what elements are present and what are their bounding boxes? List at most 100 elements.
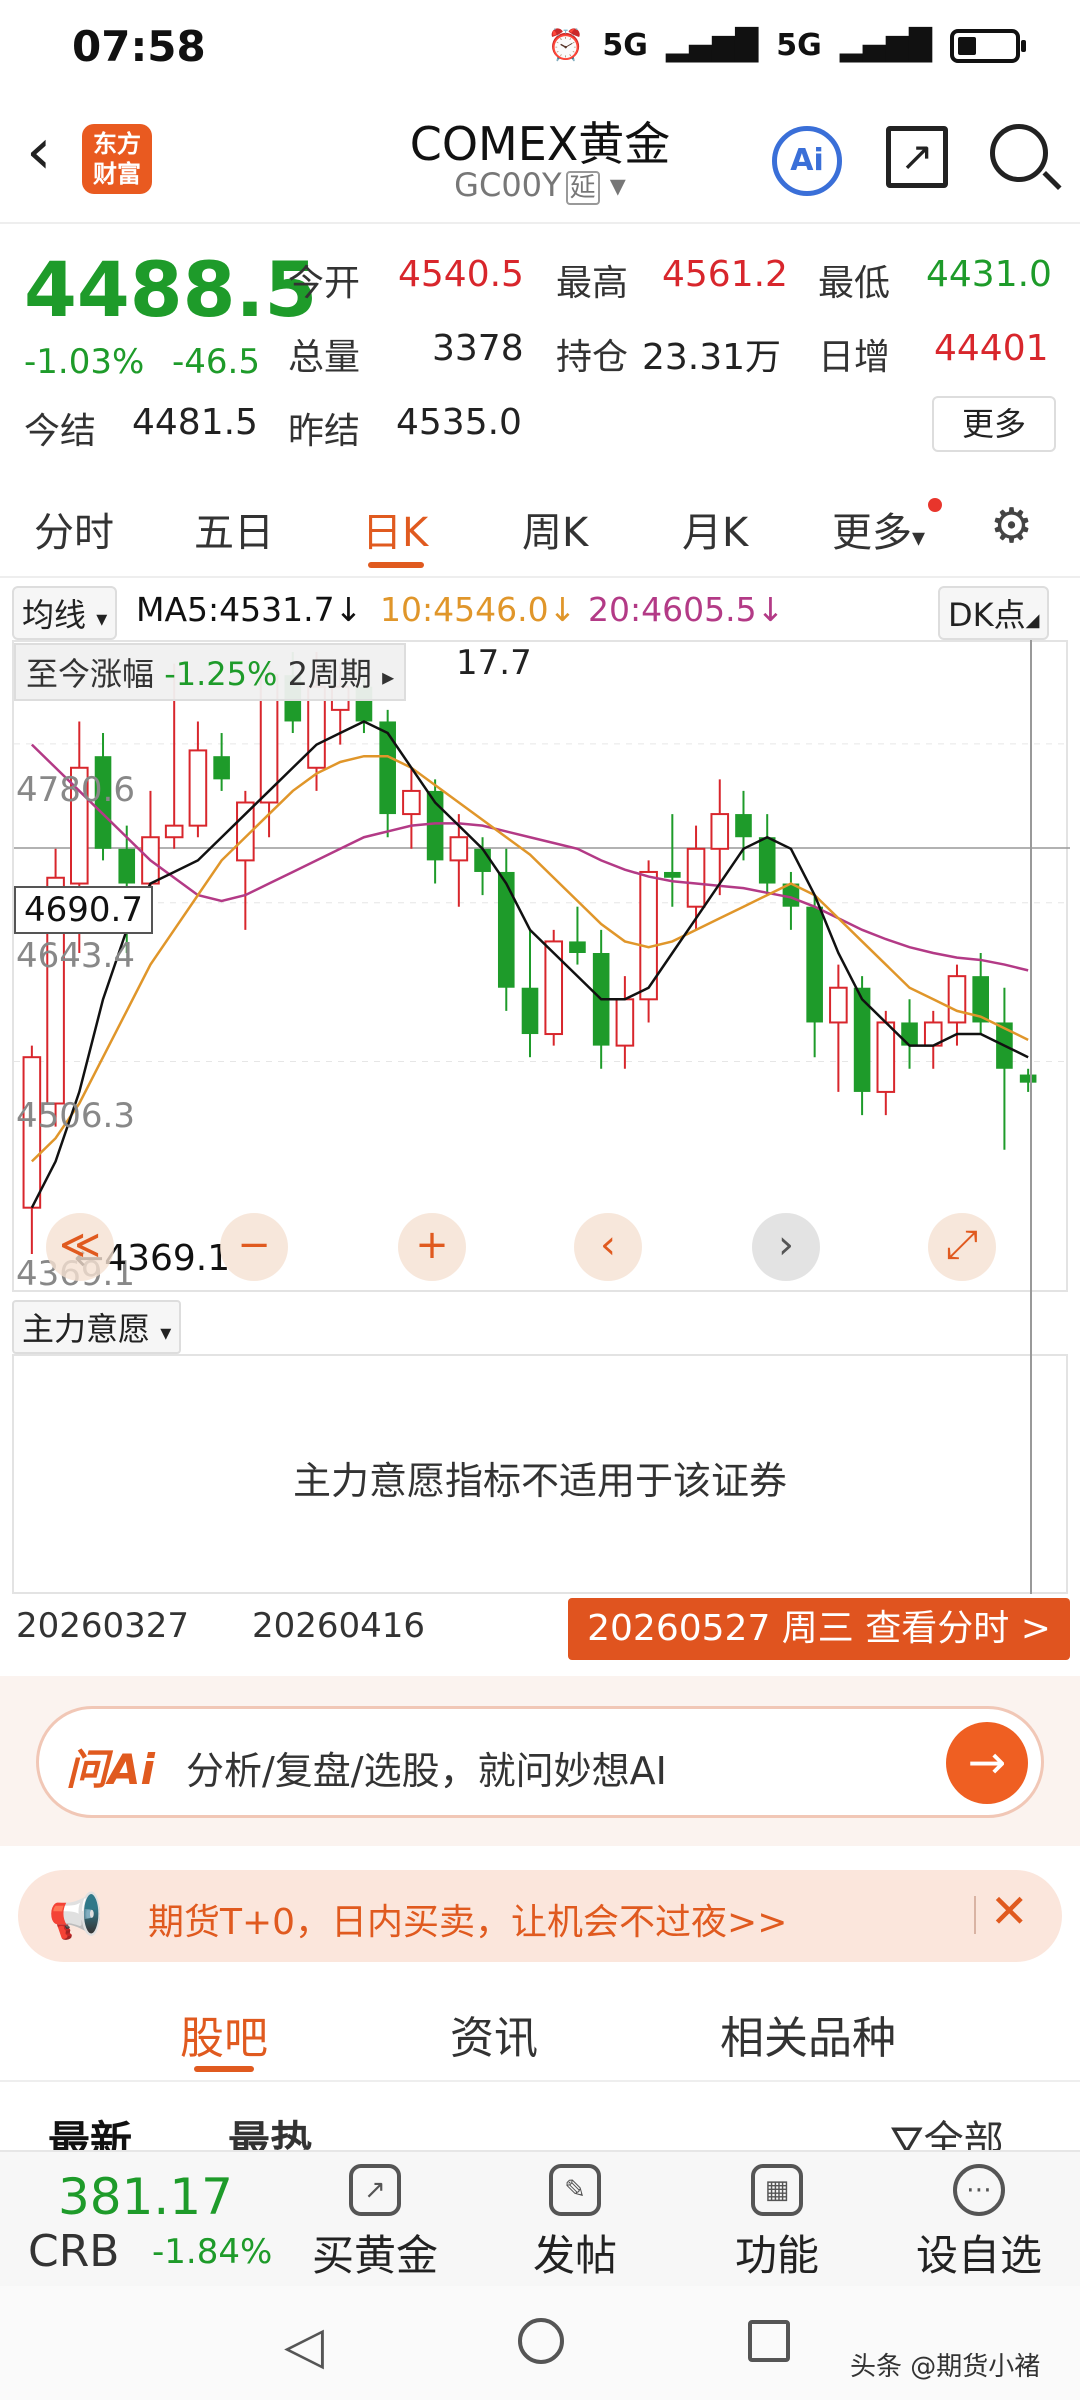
crb-value[interactable]: 381.17	[58, 2168, 233, 2226]
tab-five-day[interactable]: 五日	[194, 500, 274, 558]
fullscreen-button[interactable]: ⤢	[928, 1213, 996, 1281]
sub-indicator-label: 主力意愿	[22, 1310, 151, 1348]
dk-point-button[interactable]: DK点◢	[938, 586, 1050, 640]
candle-up	[402, 789, 421, 816]
tab-related[interactable]: 相关品种	[720, 2002, 896, 2066]
more-dots-icon: ⋯	[953, 2164, 1005, 2216]
tab-more[interactable]: 更多▾	[832, 500, 925, 558]
dk-point-label: DK点	[948, 596, 1026, 634]
buy-gold-button[interactable]: ↗ 买黄金	[300, 2164, 450, 2283]
indicator-selector[interactable]: 均线 ▾	[12, 586, 118, 640]
notification-dot	[928, 498, 942, 512]
post-label: 发帖	[532, 2231, 617, 2280]
tab-underline	[368, 562, 424, 568]
arrow-right-icon[interactable]: →	[946, 1722, 1028, 1804]
nav-home-icon[interactable]	[518, 2318, 564, 2364]
volume-value: 3378	[432, 328, 524, 369]
crb-name[interactable]: CRB	[28, 2226, 119, 2277]
share-icon[interactable]: ↗	[886, 126, 948, 188]
candle-up	[615, 998, 635, 1047]
crosshair-price-label: 4690.7	[14, 886, 153, 934]
filter-all-label: 全部	[923, 2118, 1004, 2150]
candle-down	[735, 814, 752, 838]
candle-down	[213, 756, 230, 780]
alarm-icon: ⏰	[547, 28, 585, 63]
zoom-out-button[interactable]: −	[220, 1213, 288, 1281]
change-percent: -1.03%	[24, 342, 145, 382]
kline-chart[interactable]	[12, 640, 1070, 1292]
candle-down	[118, 848, 136, 884]
signal-bars-icon: ▂▄▆█	[839, 28, 932, 63]
functions-button[interactable]: ▦ 功能	[702, 2164, 852, 2283]
promo-text[interactable]: 期货T+0，日内买卖，让机会不过夜>>	[148, 1893, 787, 1945]
close-icon[interactable]: ✕	[990, 1884, 1029, 1938]
candle-down	[664, 871, 681, 878]
change-value: -46.5	[172, 342, 260, 382]
chart-up-icon: ↗	[349, 2164, 401, 2216]
settings-gear-icon[interactable]: ⚙	[990, 498, 1033, 554]
nav-back-icon[interactable]: ◁	[284, 2316, 324, 2376]
sub-indicator-selector[interactable]: 主力意愿 ▾	[12, 1300, 182, 1354]
more-quote-button[interactable]: 更多	[932, 396, 1056, 452]
chevron-down-icon: ▾	[599, 166, 626, 204]
add-watchlist-button[interactable]: ⋯ 设自选	[904, 2164, 1054, 2283]
candle-up	[710, 813, 730, 850]
content-tabs: 股吧 资讯 相关品种	[0, 1980, 1080, 2082]
high-label: 最高	[556, 263, 629, 304]
low-label: 最低	[818, 263, 891, 304]
ai-assistant-icon[interactable]: Ai	[772, 126, 842, 196]
sort-row: 最新 最热 ⛛全部	[0, 2100, 1080, 2150]
corner-triangle-icon: ◢	[1025, 610, 1040, 631]
ai-search-placeholder[interactable]: 分析/复盘/选股，就问妙想AI	[186, 1740, 667, 1795]
period-tabs: 分时 五日 日K 周K 月K 更多▾ ⚙	[0, 478, 1080, 578]
scroll-start-button[interactable]: ≪	[46, 1213, 114, 1281]
candle-down	[1019, 1074, 1037, 1083]
tab-intraday[interactable]: 分时	[34, 500, 114, 558]
candle-up	[876, 1021, 896, 1093]
open-interest-value: 23.31万	[642, 337, 782, 378]
sort-hot[interactable]: 最热	[228, 2108, 312, 2150]
filter-all[interactable]: ⛛全部	[890, 2108, 1004, 2150]
ma10-value: 10:4546.0↓	[380, 590, 577, 629]
chart-top-value: 17.7	[456, 643, 532, 683]
candle-up	[544, 940, 564, 1036]
tab-weekly-k[interactable]: 周K	[522, 500, 588, 558]
chevron-down-icon: ▾	[912, 523, 926, 553]
open-value: 4540.5	[398, 254, 524, 295]
prev-settle-label: 昨结	[288, 411, 361, 452]
settle-value: 4481.5	[132, 402, 258, 443]
low-value: 4431.0	[926, 254, 1052, 295]
zoom-in-button[interactable]: +	[398, 1213, 466, 1281]
tab-daily-k[interactable]: 日K	[362, 500, 428, 558]
candle-down	[379, 721, 396, 815]
ma5-value: MA5:4531.7↓	[136, 590, 363, 629]
high-value: 4561.2	[662, 254, 788, 295]
status-icons: ⏰ 5G ▂▄▆█ 5G ▂▄▆█	[547, 28, 1026, 63]
crosshair-vertical-line	[1030, 640, 1032, 1594]
tab-monthly-k[interactable]: 月K	[682, 500, 748, 558]
chevron-right-icon: ▸	[382, 663, 395, 691]
sort-latest[interactable]: 最新	[48, 2108, 132, 2150]
tab-stock-bar[interactable]: 股吧	[180, 2002, 268, 2066]
scroll-right-button[interactable]: ›	[752, 1213, 820, 1281]
price-label-3: 4506.3	[16, 1096, 135, 1136]
grid-icon: ▦	[751, 2164, 803, 2216]
scroll-left-button[interactable]: ‹	[574, 1213, 642, 1281]
view-intraday-tip[interactable]: 20260527 周三 查看分时 >	[568, 1598, 1070, 1660]
ma-bar: 均线 ▾ MA5:4531.7↓ 10:4546.0↓ 20:4605.5↓ D…	[0, 580, 1080, 640]
search-icon[interactable]	[990, 124, 1048, 182]
nav-recent-icon[interactable]	[748, 2320, 790, 2362]
open-interest-label: 持仓	[556, 337, 629, 378]
crb-percent: -1.84%	[152, 2232, 273, 2272]
post-button[interactable]: ✎ 发帖	[500, 2164, 650, 2283]
price-label-1: 4780.6	[16, 770, 135, 810]
chevron-down-icon: ▾	[160, 1321, 172, 1346]
candle-down	[497, 871, 515, 988]
date-left: 20260327	[16, 1606, 190, 1646]
daily-increase-value: 44401	[934, 328, 1049, 369]
status-time: 07:58	[72, 22, 206, 71]
tab-news[interactable]: 资讯	[450, 2002, 538, 2066]
candle-up	[829, 986, 848, 1024]
candle-down	[758, 837, 776, 884]
range-change-box[interactable]: 至今涨幅 -1.25% 2周期 ▸	[14, 643, 407, 701]
